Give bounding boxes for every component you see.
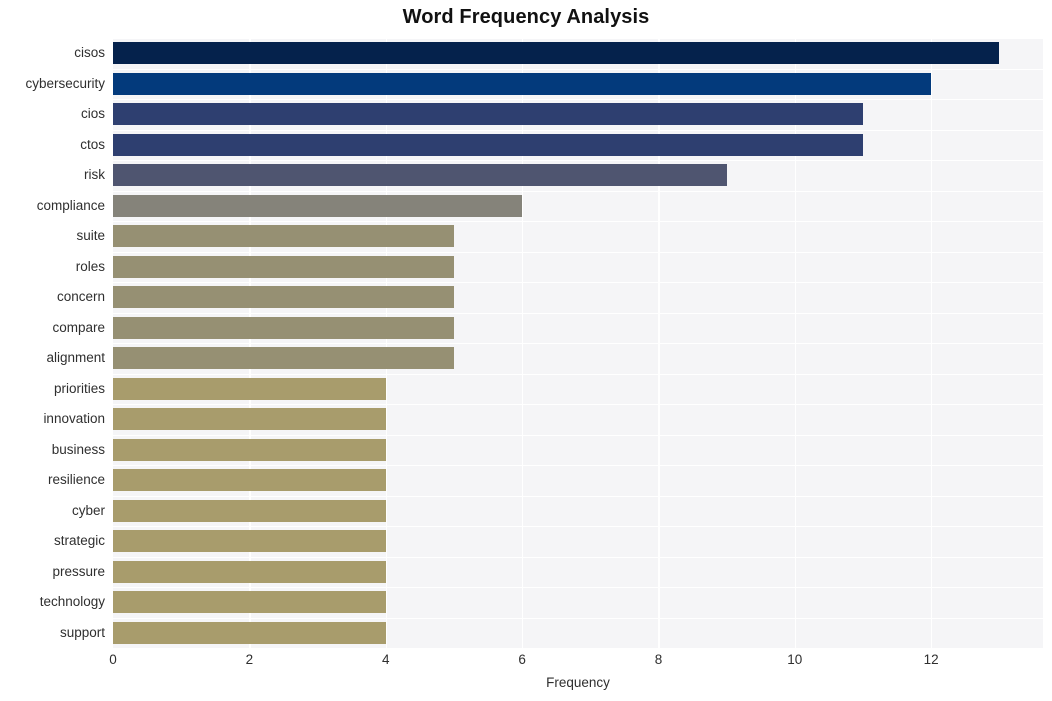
y-axis-tick-label: alignment bbox=[46, 350, 105, 366]
x-axis-tick-label: 6 bbox=[518, 652, 526, 667]
bar bbox=[113, 286, 454, 309]
bar bbox=[113, 42, 1000, 65]
y-axis-tick-label: support bbox=[59, 624, 105, 640]
horizontal-gridline bbox=[113, 373, 1043, 375]
horizontal-gridline bbox=[113, 312, 1043, 314]
bar bbox=[113, 347, 454, 370]
y-axis-tick-labels: cisos cybersecurity cios ctos risk compliance… bbox=[0, 38, 105, 648]
horizontal-gridline bbox=[113, 68, 1043, 70]
y-axis-tick-label: business bbox=[51, 441, 105, 457]
bar bbox=[113, 72, 932, 95]
bar bbox=[113, 560, 386, 583]
y-axis-tick-label: suite bbox=[76, 228, 105, 244]
y-axis-tick-label: technology bbox=[39, 594, 105, 610]
y-axis-tick-label: cisos bbox=[74, 45, 105, 61]
y-axis-tick-label: strategic bbox=[53, 533, 105, 549]
horizontal-gridline bbox=[113, 556, 1043, 558]
y-axis-tick-label: risk bbox=[84, 167, 105, 183]
horizontal-gridline bbox=[113, 251, 1043, 253]
bar bbox=[113, 499, 386, 522]
y-axis-tick-label: cyber bbox=[71, 502, 105, 518]
horizontal-gridline bbox=[113, 434, 1043, 436]
bar bbox=[113, 438, 386, 461]
horizontal-gridline bbox=[113, 221, 1043, 223]
bar bbox=[113, 194, 523, 217]
bar bbox=[113, 377, 386, 400]
horizontal-gridline bbox=[113, 343, 1043, 345]
bar bbox=[113, 255, 454, 278]
chart-title: Word Frequency Analysis bbox=[402, 6, 650, 28]
bar bbox=[113, 316, 454, 339]
x-axis-tick-label: 8 bbox=[654, 652, 663, 667]
y-axis-tick-label: priorities bbox=[53, 380, 105, 396]
y-axis-tick-label: compare bbox=[52, 319, 105, 335]
x-axis-tick-label: 2 bbox=[245, 652, 254, 667]
horizontal-gridline bbox=[113, 129, 1043, 131]
bar bbox=[113, 164, 727, 187]
x-axis-tick-label: 12 bbox=[923, 652, 939, 667]
x-axis-tick-labels: 0 2 4 6 8 10 12 bbox=[0, 652, 1052, 674]
y-axis-tick-label: innovation bbox=[43, 411, 105, 427]
horizontal-gridline bbox=[113, 526, 1043, 528]
y-axis-tick-label: cybersecurity bbox=[25, 75, 105, 91]
horizontal-gridline bbox=[113, 282, 1043, 284]
horizontal-gridline bbox=[113, 404, 1043, 406]
bar bbox=[113, 103, 863, 126]
x-axis-tick-label: 10 bbox=[787, 652, 803, 667]
y-axis-tick-label: concern bbox=[56, 289, 105, 305]
y-axis-tick-label: cios bbox=[80, 106, 105, 122]
y-axis-tick-label: compliance bbox=[36, 197, 105, 213]
x-axis-title: Frequency bbox=[546, 675, 610, 690]
y-axis-tick-label: roles bbox=[75, 258, 105, 274]
bar bbox=[113, 530, 386, 553]
y-axis-tick-label: ctos bbox=[80, 136, 105, 152]
x-axis-tick-label: 4 bbox=[381, 652, 390, 667]
horizontal-gridline bbox=[113, 465, 1043, 467]
bar bbox=[113, 469, 386, 492]
bar bbox=[113, 225, 454, 248]
horizontal-gridline bbox=[113, 587, 1043, 589]
y-axis-tick-label: resilience bbox=[47, 472, 105, 488]
x-axis-tick-label: 0 bbox=[109, 652, 117, 667]
horizontal-gridline bbox=[113, 38, 1043, 40]
bar bbox=[113, 133, 863, 156]
horizontal-gridline bbox=[113, 190, 1043, 192]
word-frequency-chart-figure: Word Frequency Analysis cisos cybersecuri… bbox=[0, 0, 1052, 701]
horizontal-gridline bbox=[113, 495, 1043, 497]
bar bbox=[113, 408, 386, 431]
bar bbox=[113, 621, 386, 644]
horizontal-gridline bbox=[113, 160, 1043, 162]
horizontal-gridline bbox=[113, 617, 1043, 619]
bar bbox=[113, 591, 386, 614]
y-axis-tick-label: pressure bbox=[52, 563, 105, 579]
plot-area bbox=[113, 38, 1043, 648]
horizontal-gridline bbox=[113, 99, 1043, 101]
